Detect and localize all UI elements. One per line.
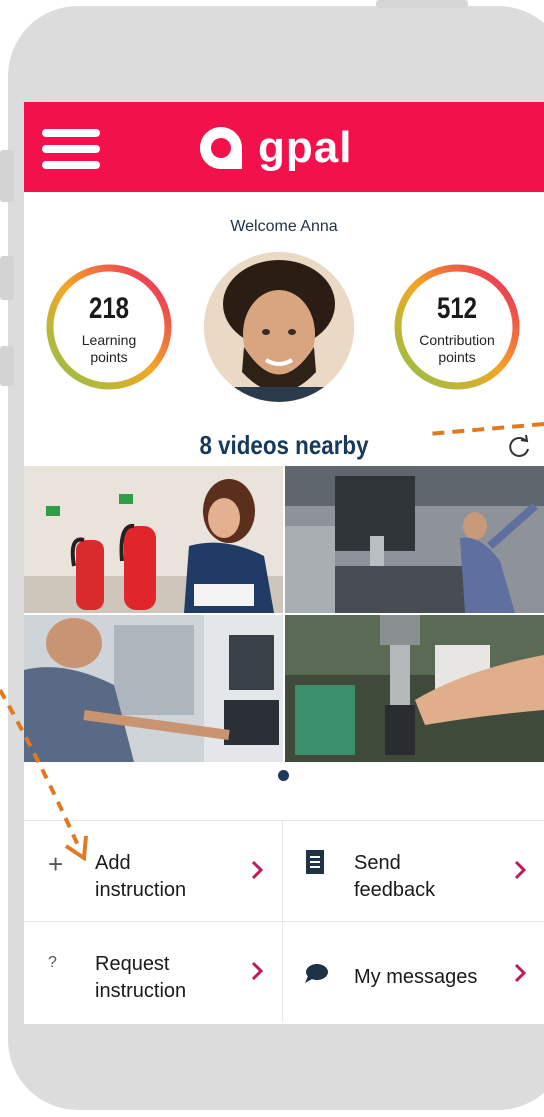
learning-points-label: Learning points <box>81 332 137 365</box>
videos-nearby-title: 8 videos nearby <box>199 430 369 460</box>
chevron-right-icon <box>251 860 264 880</box>
video-thumbnail-control-panel[interactable] <box>24 615 283 762</box>
chevron-right-icon <box>251 961 264 981</box>
carousel-page-indicator[interactable] <box>278 770 289 781</box>
video-thumbnail-cnc-machine[interactable] <box>285 466 544 613</box>
learning-points-ring[interactable]: 218 Learning points <box>44 262 174 392</box>
volume-up-button <box>0 256 14 300</box>
app-screen: gpal Welcome Anna 218 Learning points 51… <box>24 102 544 1024</box>
plus-icon: + <box>48 849 64 879</box>
learning-points-value: 218 <box>88 292 130 325</box>
power-button <box>376 0 468 8</box>
add-instruction-button[interactable]: + Add instruction <box>24 821 282 922</box>
request-instruction-label: Request instruction <box>95 953 187 1002</box>
add-instruction-label: Add instruction <box>95 852 187 901</box>
action-panel: + Add instruction Send feedback ? Reques… <box>24 820 544 1024</box>
brand-logo: gpal <box>198 122 352 174</box>
avatar[interactable] <box>204 252 354 402</box>
video-grid <box>24 466 544 762</box>
welcome-text: Welcome Anna <box>230 218 338 235</box>
chat-bubble-icon <box>305 964 328 983</box>
mute-switch <box>0 150 14 202</box>
gpal-logo-icon <box>200 127 242 169</box>
contribution-points-value: 512 <box>436 292 478 325</box>
chevron-right-icon <box>514 963 527 983</box>
contribution-points-label: Contribution points <box>419 332 495 365</box>
request-instruction-button[interactable]: ? Request instruction <box>24 922 282 1022</box>
send-feedback-button[interactable]: Send feedback <box>282 821 544 922</box>
contribution-points-ring[interactable]: 512 Contribution points <box>392 262 522 392</box>
volume-down-button <box>0 346 14 386</box>
my-messages-button[interactable]: My messages <box>282 922 544 1022</box>
app-header: gpal <box>24 102 544 192</box>
send-feedback-label: Send feedback <box>354 852 436 901</box>
chevron-right-icon <box>514 860 527 880</box>
video-thumbnail-fire-extinguisher[interactable] <box>24 466 283 613</box>
question-icon: ? <box>48 954 57 971</box>
brand-name: gpal <box>258 123 353 172</box>
video-thumbnail-drill-press[interactable] <box>285 615 544 762</box>
book-icon <box>306 850 324 874</box>
refresh-icon[interactable] <box>504 432 534 462</box>
my-messages-label: My messages <box>354 966 478 988</box>
hamburger-menu-icon[interactable] <box>42 129 100 169</box>
